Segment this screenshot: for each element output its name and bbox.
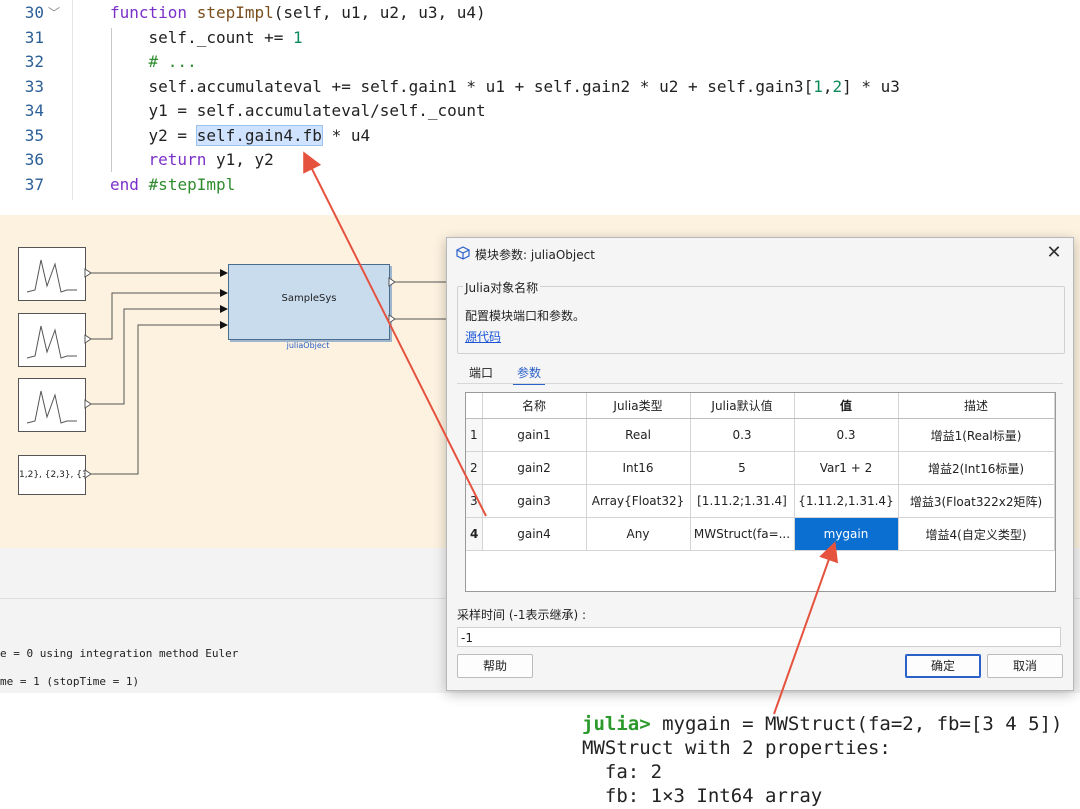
code-line[interactable]: 31 self._count += 1 xyxy=(0,26,1080,50)
code-line[interactable]: 37 end #stepImpl xyxy=(0,173,1080,197)
cube-icon xyxy=(456,246,470,260)
table-cell[interactable]: 0.3 xyxy=(794,418,899,452)
column-header[interactable]: 名称 xyxy=(482,393,587,419)
signal-wires xyxy=(84,268,446,479)
table-cell[interactable]: 5 xyxy=(690,451,795,485)
table-cell[interactable]: Array{Float32} xyxy=(586,484,691,518)
code-text: function stepImpl(self, u1, u2, u3, u4) xyxy=(110,3,486,22)
table-cell[interactable]: 0.3 xyxy=(690,418,795,452)
table-row[interactable]: 3 gain3 Array{Float32} [1.11.2;1.31.4] {… xyxy=(466,484,1055,518)
code-line[interactable]: 33 self.accumulateval += self.gain1 * u1… xyxy=(0,75,1080,99)
group-description: 配置模块端口和参数。 xyxy=(465,309,586,323)
parameter-table[interactable]: 名称 Julia类型 Julia默认值 值 描述 1 gain1 Real 0.… xyxy=(465,392,1056,592)
tab-parameters[interactable]: 参数 xyxy=(513,362,546,385)
code-line[interactable]: 32 # ... xyxy=(0,50,1080,74)
repl-command: mygain = MWStruct(fa=2, fb=[3 4 5]) xyxy=(650,713,1063,735)
table-cell[interactable]: 增益3(Float322x2矩阵) xyxy=(898,484,1055,518)
code-text: end #stepImpl xyxy=(110,174,236,194)
dialog-title: 模块参数: juliaObject xyxy=(475,248,595,262)
line-number: 30 xyxy=(24,3,44,22)
code-line[interactable]: 35 y2 = self.gain4.fb * u4 xyxy=(0,124,1080,148)
table-cell[interactable]: Int16 xyxy=(586,451,691,485)
fold-chevron-icon[interactable]: ﹀ xyxy=(48,1,60,25)
table-cell[interactable]: gain3 xyxy=(482,484,587,518)
row-number: 3 xyxy=(466,484,483,518)
source-code-link[interactable]: 源代码 xyxy=(465,328,501,345)
column-header[interactable]: Julia类型 xyxy=(586,393,691,419)
code-text: return y1, y2 xyxy=(148,150,274,169)
code-text: self.accumulateval += self.gain1 * u1 + … xyxy=(110,76,900,96)
code-text: y2 = self.gain4.fb * u4 xyxy=(110,124,371,146)
repl-prompt: julia> xyxy=(582,713,651,735)
repl-output-line: MWStruct with 2 properties: xyxy=(582,737,891,759)
group-title: Julia对象名称 xyxy=(463,279,541,296)
log-line: e = 0 using integration method Euler xyxy=(0,647,239,660)
row-number: 2 xyxy=(466,451,483,485)
column-header[interactable]: 值 xyxy=(794,393,899,419)
table-header-row: 名称 Julia类型 Julia默认值 值 描述 xyxy=(466,393,1055,419)
table-cell[interactable]: {1.11.2,1.31.4} xyxy=(794,484,899,518)
code-line[interactable]: 34 y1 = self.accumulateval/self._count xyxy=(0,99,1080,123)
code-line[interactable]: 36 return y1, y2 xyxy=(0,148,1080,172)
line-number: 33 xyxy=(24,76,44,96)
table-row[interactable]: 2 gain2 Int16 5 Var1 + 2 增益2(Int16标量) xyxy=(466,451,1055,485)
column-header[interactable]: 描述 xyxy=(898,393,1055,419)
column-header[interactable]: Julia默认值 xyxy=(690,393,795,419)
line-number: 34 xyxy=(24,101,44,120)
table-cell[interactable]: 增益1(Real标量) xyxy=(898,418,1055,452)
tabs-divider xyxy=(457,383,1063,384)
table-cell[interactable]: 增益2(Int16标量) xyxy=(898,451,1055,485)
repl-output-line: fb: 1×3 Int64 array xyxy=(582,785,823,807)
sample-time-label: 采样时间 (-1表示继承) : xyxy=(457,608,587,622)
table-cell[interactable]: Var1 + 2 xyxy=(794,451,899,485)
code-editor[interactable]: 30 ﹀ function stepImpl(self, u1, u2, u3, u… xyxy=(0,0,1080,200)
julia-repl-output: julia> mygain = MWStruct(fa=2, fb=[3 4 5… xyxy=(582,712,1062,808)
table-cell[interactable]: gain2 xyxy=(482,451,587,485)
cancel-button[interactable]: 取消 xyxy=(987,654,1063,678)
tab-ports[interactable]: 端口 xyxy=(465,362,497,383)
code-line[interactable]: 30 ﹀ function stepImpl(self, u1, u2, u3, u… xyxy=(0,1,1080,25)
column-header xyxy=(466,393,483,419)
log-line: me = 1 (stopTime = 1) xyxy=(0,675,140,688)
code-text: y1 = self.accumulateval/self._count xyxy=(110,101,486,120)
table-cell[interactable]: MWStruct(fa=... xyxy=(690,517,795,551)
table-row[interactable]: 4 gain4 Any MWStruct(fa=... mygain 增益4(自… xyxy=(466,517,1055,551)
table-cell[interactable]: [1.11.2;1.31.4] xyxy=(690,484,795,518)
table-row[interactable]: 1 gain1 Real 0.3 0.3 增益1(Real标量) xyxy=(466,418,1055,452)
line-number: 35 xyxy=(24,125,44,145)
code-text: self._count += 1 xyxy=(110,27,303,47)
table-cell[interactable]: gain1 xyxy=(482,418,587,452)
row-number: 4 xyxy=(466,517,483,551)
table-cell[interactable]: 增益4(自定义类型) xyxy=(898,517,1055,551)
line-number: 37 xyxy=(24,174,44,194)
block-parameters-dialog[interactable]: 模块参数: juliaObject ✕ Julia对象名称 配置模块端口和参数。… xyxy=(446,237,1074,691)
ok-button[interactable]: 确定 xyxy=(905,654,981,678)
table-cell[interactable]: Any xyxy=(586,517,691,551)
line-number: 32 xyxy=(24,52,44,71)
code-text: # ... xyxy=(110,52,197,71)
line-number: 36 xyxy=(24,150,44,169)
close-button[interactable]: ✕ xyxy=(1043,242,1065,264)
table-cell[interactable]: gain4 xyxy=(482,517,587,551)
selected-value-cell[interactable]: mygain xyxy=(794,517,899,551)
help-button[interactable]: 帮助 xyxy=(457,654,533,678)
row-number: 1 xyxy=(466,418,483,452)
sample-time-input[interactable]: -1 xyxy=(457,627,1061,647)
line-number: 31 xyxy=(24,27,44,47)
table-cell[interactable]: Real xyxy=(586,418,691,452)
repl-output-line: fa: 2 xyxy=(582,761,663,783)
